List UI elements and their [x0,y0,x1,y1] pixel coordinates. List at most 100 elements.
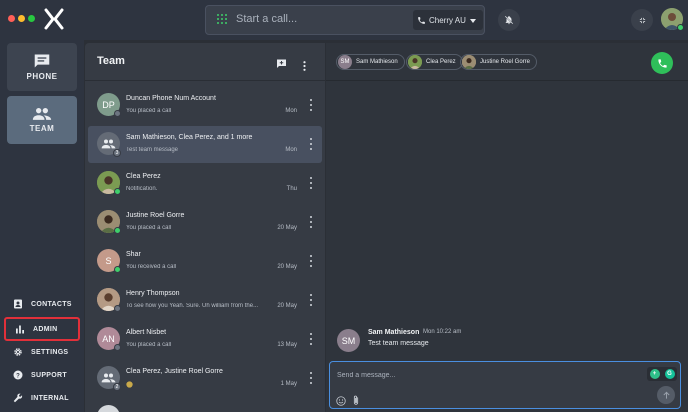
grammar-assist-icon[interactable]: + [649,369,660,379]
conversation-preview: To see how you Yeah. Sure. Uh william fr… [126,303,259,309]
app-logo-icon [44,8,64,30]
conversation-time: Mon [285,108,297,114]
conversation-time: 20 May [277,264,297,270]
emoji-icon [126,381,133,388]
people-icon [32,108,52,120]
conversation-name: Clea Perez [126,173,161,180]
message-input[interactable] [337,368,637,382]
dialpad-icon[interactable] [217,14,227,26]
row-more-icon[interactable] [309,372,312,384]
conversation-time: Thu [286,186,297,192]
conversation-preview: You placed a call [126,225,172,231]
conversation-name: Duncan Phone Num Account [126,95,216,102]
help-icon: ? [12,370,24,380]
nav-link-label: INTERNAL [31,394,69,402]
participant-chip[interactable]: Justine Roel Gorre [460,54,538,70]
row-more-icon[interactable] [309,216,312,228]
participant-chip[interactable]: Clea Perez [406,54,463,70]
member-count-badge: 2 [113,383,121,391]
conversation-row[interactable]: S Shar You received a call 20 May [88,243,322,280]
conversation-row[interactable]: Clea Perez Notification. Thu [88,165,322,202]
collapse-button[interactable] [631,9,653,31]
call-input[interactable]: Start a call... [236,13,406,25]
conversation-list-panel: Team DP Duncan Phone Num Account You pla… [85,43,325,412]
nav-tile-label: PHONE [26,72,58,81]
row-more-icon[interactable] [309,333,312,345]
row-more-icon[interactable] [309,138,312,150]
conversation-preview: Notification. [126,186,158,192]
people-icon [101,373,116,382]
nav-link-settings[interactable]: SETTINGS [4,343,80,361]
presence-online-icon [114,188,121,195]
conversation-name: Henry Thompson [126,290,180,297]
conversation-row[interactable]: Henry Thompson To see how you Yeah. Sure… [88,282,322,319]
conversation-row[interactable]: 2 Clea Perez, Justine Roel Gorre 1 May [88,360,322,397]
row-more-icon[interactable] [309,99,312,111]
wrench-icon [12,393,24,403]
presence-offline-icon [114,110,121,117]
grammarly-icon[interactable]: G [664,369,675,379]
gear-icon [12,347,24,357]
row-more-icon[interactable] [309,294,312,306]
nav-link-label: SETTINGS [31,348,69,356]
window-zoom-button[interactable] [28,15,35,22]
phone-icon [657,58,667,68]
attachment-icon[interactable] [352,393,360,411]
nav-link-internal[interactable]: INTERNAL [4,389,80,407]
collapse-icon [639,17,645,23]
header-divider [85,80,325,81]
row-more-icon[interactable] [309,255,312,267]
start-call-button[interactable] [651,52,673,74]
line-select-label: Cherry AU [429,15,466,25]
avatar: SM [338,55,352,69]
nav-link-label: SUPPORT [31,371,67,379]
conversation-time: 20 May [277,225,297,231]
participant-name: Clea Perez [426,59,456,65]
message-icon [34,54,50,68]
person-photo-icon [462,55,476,69]
emoji-icon[interactable] [336,393,346,411]
conversation-row[interactable]: DP Duncan Phone Num Account You placed a… [88,87,322,124]
nav-link-admin[interactable]: ADMIN [4,317,80,341]
bell-off-icon [504,15,514,25]
nav-tile-team[interactable]: TEAM [7,96,77,144]
conversation-name: Clea Perez, Justine Roel Gorre [126,368,223,375]
conversation-time: 13 May [277,342,297,348]
participant-chip[interactable]: SM Sam Mathieson [336,54,405,70]
window-minimize-button[interactable] [18,15,25,22]
new-message-icon[interactable] [276,56,287,74]
nav-link-label: CONTACTS [31,300,72,308]
conversation-row[interactable]: Justine Roel Gorre You placed a call 20 … [88,204,322,241]
nav-tile-phone[interactable]: PHONE [7,43,77,91]
conversation-row[interactable] [88,399,322,412]
window-close-button[interactable] [8,15,15,22]
avatar [462,55,476,69]
conversation-time: Mon [285,147,297,153]
conversation-preview: You received a call [126,264,177,270]
svg-text:?: ? [16,373,20,379]
conversation-preview: You placed a call [126,342,172,348]
avatar [97,405,120,412]
nav-link-contacts[interactable]: CONTACTS [4,295,80,313]
conversation-row[interactable]: 3 Sam Mathieson, Clea Perez, and 1 more … [88,126,322,163]
bar-chart-icon [14,324,26,334]
conversation-name: Shar [126,251,141,258]
row-more-icon[interactable] [309,177,312,189]
presence-online-icon [677,24,684,31]
avatar [408,55,422,69]
message-composer: + G [329,361,681,409]
conversation-time: 20 May [277,303,297,309]
message-text: Test team message [368,340,429,347]
call-bar: Start a call... Cherry AU [205,5,485,35]
phone-icon [413,16,429,25]
notifications-off-button[interactable] [498,9,520,31]
more-vertical-icon[interactable] [303,58,306,76]
left-nav: PHONE TEAM CONTACTS ADMIN SETTINGS ? SUP… [0,40,84,412]
nav-link-support[interactable]: ? SUPPORT [4,366,80,384]
send-button[interactable] [657,386,675,404]
line-select[interactable]: Cherry AU [413,10,483,30]
conversation-name: Justine Roel Gorre [126,212,185,219]
message-time: Mon 10:22 am [423,329,462,335]
conversation-row[interactable]: AN Albert Nisbet You placed a call 13 Ma… [88,321,322,358]
presence-offline-icon [114,305,121,312]
